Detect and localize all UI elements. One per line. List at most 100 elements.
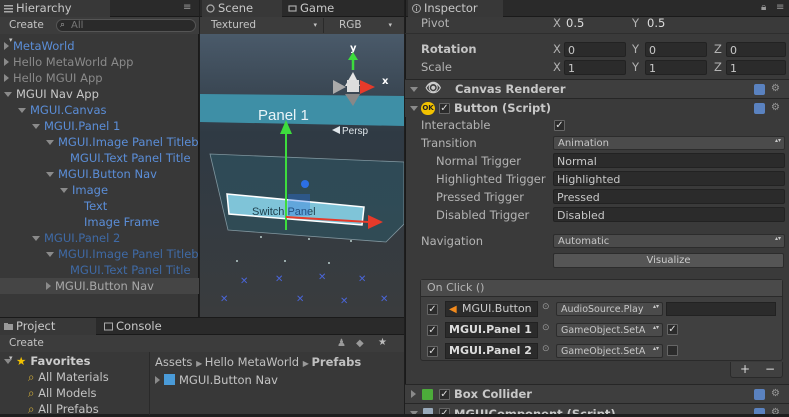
onclick-target-field[interactable]: MGUI.Panel 1 (445, 322, 538, 338)
filter-by-type-icon[interactable]: ♟ (337, 339, 347, 349)
normal-trigger-field[interactable]: Normal (553, 153, 785, 168)
breadcrumb-item[interactable]: Prefabs (311, 355, 361, 369)
visualize-button[interactable]: Visualize (553, 253, 784, 268)
scene-viewport[interactable]: Panel 1 Switch Panel y x Persp ✕ ✕ ✕ ✕ ✕ ✕ ✕ ✕ (200, 34, 404, 317)
canvas-renderer-header[interactable]: 👁︎ Canvas Renderer ⚙ (405, 79, 789, 98)
onclick-function-dropdown[interactable]: GameObject.SetA (556, 344, 663, 358)
expand-arrow-icon[interactable] (4, 42, 9, 50)
onclick-row-enabled-checkbox[interactable]: ✓ (427, 346, 438, 357)
remove-event-button[interactable]: − (765, 362, 775, 376)
collapse-arrow-icon[interactable] (32, 236, 40, 241)
collapse-arrow-icon[interactable] (410, 106, 418, 111)
collapse-arrow-icon[interactable] (4, 92, 12, 97)
tree-item-image[interactable]: Image (60, 182, 108, 198)
favorite-star-icon[interactable]: ★ (378, 338, 388, 348)
onclick-target-field[interactable]: ◀ MGUI.Button (445, 301, 538, 317)
favorite-item[interactable]: ⌕ All Models (28, 385, 97, 401)
favorite-item[interactable]: ⌕ All Materials (28, 369, 109, 385)
object-picker-icon[interactable]: ⊙ (542, 344, 550, 354)
gear-icon[interactable]: ⚙ (771, 408, 781, 415)
expand-arrow-icon[interactable] (411, 390, 416, 398)
breadcrumb-item[interactable]: Hello MetaWorld (205, 355, 299, 369)
collapse-arrow-icon[interactable] (60, 188, 68, 193)
favorite-item[interactable]: ⌕ All Prefabs (28, 401, 99, 417)
collapse-arrow-icon[interactable] (18, 108, 26, 113)
lock-icon[interactable]: 🔒︎ (761, 3, 771, 13)
move-gizmo-z-icon[interactable] (301, 180, 309, 188)
transition-dropdown[interactable]: Animation (553, 136, 785, 150)
tab-console[interactable]: Console (100, 318, 200, 335)
rotation-z-field[interactable]: 0 (726, 42, 786, 57)
component-enabled-checkbox[interactable]: ✓ (439, 389, 450, 400)
onclick-row-enabled-checkbox[interactable]: ✓ (427, 325, 438, 336)
rotation-y-field[interactable]: 0 (645, 42, 707, 57)
tree-item-mgui-image-panel-titlebar[interactable]: MGUI.Image Panel Titleb (46, 134, 199, 150)
help-icon[interactable] (754, 408, 765, 414)
tab-project[interactable]: Project (0, 318, 96, 335)
pivot-y-field[interactable]: 0.5 (647, 14, 665, 32)
tree-item-mgui-button-nav-2-selected[interactable]: MGUI.Button Nav (0, 278, 199, 294)
filter-by-label-icon[interactable]: ◆ (356, 339, 366, 349)
help-icon[interactable] (754, 103, 765, 114)
onclick-function-dropdown[interactable]: GameObject.SetA (556, 323, 663, 337)
pressed-trigger-field[interactable]: Pressed (553, 189, 785, 204)
tree-item-image-frame[interactable]: Image Frame (84, 214, 160, 230)
tab-menu-icon[interactable]: ≡ (183, 3, 193, 13)
onclick-param-checkbox[interactable]: ✓ (667, 324, 678, 335)
create-dropdown[interactable]: Create ▾ (4, 336, 50, 362)
gear-icon[interactable]: ⚙ (771, 103, 781, 113)
scale-y-field[interactable]: 1 (645, 60, 707, 75)
onclick-param-checkbox[interactable] (667, 345, 678, 356)
rotation-x-field[interactable]: 0 (564, 42, 626, 57)
tab-menu-icon[interactable]: ≡ (776, 3, 786, 13)
tree-item-mgui-text-panel-title-2[interactable]: MGUI.Text Panel Title (70, 262, 191, 278)
onclick-function-dropdown[interactable]: AudioSource.Play (556, 302, 663, 316)
search-input[interactable]: ⌕ All (56, 19, 196, 32)
gear-icon[interactable]: ⚙ (771, 84, 781, 94)
component-enabled-checkbox[interactable]: ✓ (439, 408, 450, 414)
object-picker-icon[interactable]: ⊙ (542, 323, 550, 333)
box-collider-header[interactable]: ✓ Box Collider ⚙ (405, 384, 789, 403)
scale-x-field[interactable]: 1 (564, 60, 626, 75)
navigation-dropdown[interactable]: Automatic (553, 234, 785, 248)
tree-item-mgui-text-panel-title[interactable]: MGUI.Text Panel Title (70, 150, 191, 166)
collapse-arrow-icon[interactable] (4, 359, 12, 364)
collapse-arrow-icon[interactable] (46, 252, 54, 257)
onclick-row-enabled-checkbox[interactable]: ✓ (427, 304, 438, 315)
collapse-arrow-icon[interactable] (32, 124, 40, 129)
collapse-arrow-icon[interactable] (46, 172, 54, 177)
shading-mode-dropdown[interactable]: Textured ▾ (206, 18, 324, 33)
help-icon[interactable] (754, 84, 765, 95)
render-mode-dropdown[interactable]: RGB ▾ (334, 18, 398, 33)
tab-game[interactable]: Game (284, 0, 374, 17)
onclick-target-field[interactable]: MGUI.Panel 2 (445, 343, 538, 359)
favorites-header[interactable]: ★ Favorites (4, 353, 90, 369)
tree-item-mgui-nav-app[interactable]: MGUI Nav App (4, 86, 99, 102)
help-icon[interactable] (754, 389, 765, 400)
pivot-x-field[interactable]: 0.5 (566, 14, 584, 32)
expand-arrow-icon[interactable] (46, 282, 51, 290)
expand-arrow-icon[interactable] (4, 74, 9, 82)
move-gizmo-plane-icon[interactable] (288, 194, 310, 216)
tree-item-hello-metaworld-app[interactable]: Hello MetaWorld App (4, 54, 133, 70)
tree-item-text[interactable]: Text (84, 198, 107, 214)
tree-item-hello-mgui-app[interactable]: Hello MGUI App (4, 70, 103, 86)
gear-icon[interactable]: ⚙ (771, 389, 781, 399)
create-dropdown[interactable]: Create ▾ (4, 18, 50, 44)
breadcrumb-item[interactable]: Assets (155, 355, 192, 369)
tree-item-metaworld[interactable]: MetaWorld (4, 38, 75, 54)
asset-item[interactable]: MGUI.Button Nav (155, 372, 278, 388)
tree-item-mgui-image-panel-titlebar-2[interactable]: MGUI.Image Panel Titleb (46, 246, 199, 262)
tree-item-mgui-button-nav[interactable]: MGUI.Button Nav (46, 166, 157, 182)
collapse-arrow-icon[interactable] (410, 87, 418, 92)
tree-item-mgui-panel-1[interactable]: MGUI.Panel 1 (32, 118, 120, 134)
onclick-param-field[interactable] (666, 302, 776, 316)
highlighted-trigger-field[interactable]: Highlighted (553, 171, 785, 186)
expand-arrow-icon[interactable] (155, 376, 160, 384)
button-script-header[interactable]: OK ✓ Button (Script) ⚙ (405, 98, 789, 117)
interactable-checkbox[interactable]: ✓ (554, 120, 565, 131)
tab-hierarchy[interactable]: Hierarchy (0, 0, 110, 17)
tab-scene[interactable]: Scene (202, 0, 282, 17)
tree-item-mgui-panel-2[interactable]: MGUI.Panel 2 (32, 230, 120, 246)
expand-arrow-icon[interactable] (4, 58, 9, 66)
